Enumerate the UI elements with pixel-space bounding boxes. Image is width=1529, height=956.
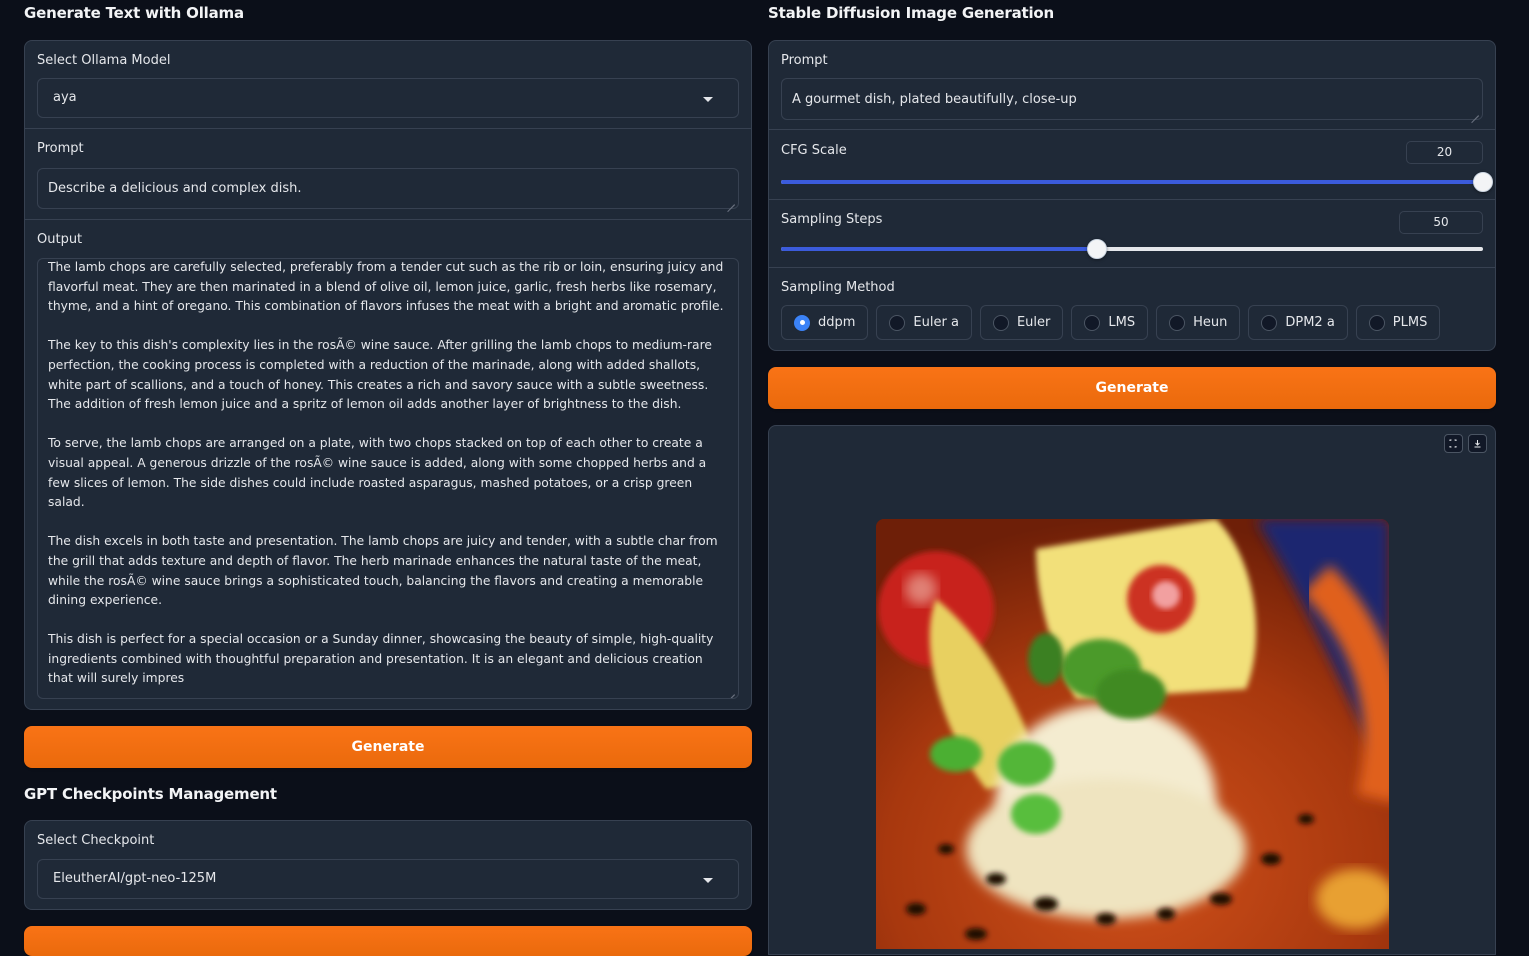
output-label: Output xyxy=(37,232,83,247)
radio-label: Euler a xyxy=(913,315,959,330)
fullscreen-icon[interactable] xyxy=(1444,434,1463,453)
cfg-scale-slider-fill xyxy=(781,180,1483,184)
checkpoint-select-dropdown[interactable]: EleutherAI/gpt-neo-125M xyxy=(37,859,739,899)
prompt-value: Describe a delicious and complex dish. xyxy=(48,181,302,196)
sampling-steps-slider-fill xyxy=(781,247,1097,251)
sd-section-title: Stable Diffusion Image Generation xyxy=(768,4,1054,22)
chevron-down-icon xyxy=(703,878,713,883)
prompt-label: Prompt xyxy=(37,141,84,156)
sampling-method-block: Sampling Method ddpm Euler a Euler LMS H… xyxy=(769,268,1495,351)
sampling-steps-slider[interactable] xyxy=(781,239,1483,259)
model-select-block: Select Ollama Model aya xyxy=(25,41,751,129)
output-paragraph: This dish is perfect for a special occas… xyxy=(48,632,714,686)
radio-icon xyxy=(1261,314,1278,331)
cfg-scale-input[interactable]: 20 xyxy=(1406,141,1483,164)
sampling-steps-slider-thumb[interactable] xyxy=(1086,239,1107,259)
radio-label: Heun xyxy=(1193,315,1228,330)
radio-option-euler-a[interactable]: Euler a xyxy=(876,305,972,340)
radio-option-dpm2-a[interactable]: DPM2 a xyxy=(1248,305,1348,340)
output-block: Output The lamb chops are carefully sele… xyxy=(25,220,751,710)
sd-prompt-block: Prompt A gourmet dish, plated beautifull… xyxy=(769,41,1495,130)
model-select-label: Select Ollama Model xyxy=(37,53,171,68)
checkpoint-select-value: EleutherAI/gpt-neo-125M xyxy=(53,871,217,886)
radio-label: Euler xyxy=(1016,315,1051,330)
prompt-textarea[interactable]: Describe a delicious and complex dish. xyxy=(37,168,739,209)
model-select-dropdown[interactable]: aya xyxy=(37,78,739,118)
sampling-steps-block: Sampling Steps 50 xyxy=(769,200,1495,268)
ollama-panel: Select Ollama Model aya Prompt Describe … xyxy=(24,40,752,710)
sampling-method-label: Sampling Method xyxy=(781,280,895,295)
cfg-scale-slider-thumb[interactable] xyxy=(1473,172,1493,192)
radio-option-ddpm[interactable]: ddpm xyxy=(781,305,869,340)
sd-prompt-textarea[interactable]: A gourmet dish, plated beautifully, clos… xyxy=(781,78,1483,120)
radio-icon xyxy=(889,314,906,331)
model-select-value: aya xyxy=(53,90,77,105)
radio-option-euler[interactable]: Euler xyxy=(979,305,1064,340)
resize-handle-icon[interactable] xyxy=(727,687,735,695)
prompt-block: Prompt Describe a delicious and complex … xyxy=(25,129,751,220)
checkpoints-panel: Select Checkpoint EleutherAI/gpt-neo-125… xyxy=(24,820,752,910)
radio-label: DPM2 a xyxy=(1285,315,1335,330)
output-paragraph: The lamb chops are carefully selected, p… xyxy=(48,260,724,314)
sd-panel: Prompt A gourmet dish, plated beautifull… xyxy=(768,40,1496,351)
output-paragraph: The dish excels in both taste and presen… xyxy=(48,534,718,608)
output-textarea[interactable]: The lamb chops are carefully selected, p… xyxy=(37,258,739,699)
checkpoint-select-label: Select Checkpoint xyxy=(37,833,155,848)
radio-label: LMS xyxy=(1108,315,1136,330)
chevron-down-icon xyxy=(703,97,713,102)
sampling-method-radio-group: ddpm Euler a Euler LMS Heun DPM2 a PLMS xyxy=(781,305,1441,340)
radio-label: PLMS xyxy=(1392,315,1428,330)
radio-icon xyxy=(794,314,810,331)
image-output-panel xyxy=(768,425,1496,955)
generated-image xyxy=(876,519,1389,949)
radio-icon xyxy=(1368,314,1385,331)
resize-handle-icon[interactable] xyxy=(727,197,735,205)
resize-handle-icon[interactable] xyxy=(1471,108,1479,116)
cfg-scale-block: CFG Scale 20 xyxy=(769,130,1495,200)
sampling-steps-input[interactable]: 50 xyxy=(1399,211,1483,234)
output-paragraph: To serve, the lamb chops are arranged on… xyxy=(48,436,707,510)
checkpoints-section-title: GPT Checkpoints Management xyxy=(24,785,277,803)
download-icon[interactable] xyxy=(1468,434,1487,453)
checkpoint-action-button[interactable] xyxy=(24,926,752,956)
radio-option-plms[interactable]: PLMS xyxy=(1355,305,1441,340)
sd-prompt-label: Prompt xyxy=(781,53,828,68)
output-text: The lamb chops are carefully selected, p… xyxy=(38,259,738,689)
radio-icon xyxy=(1084,314,1101,331)
ollama-generate-button[interactable]: Generate xyxy=(24,726,752,768)
sd-prompt-value: A gourmet dish, plated beautifully, clos… xyxy=(792,92,1077,107)
cfg-scale-slider[interactable] xyxy=(781,172,1493,192)
sd-generate-button[interactable]: Generate xyxy=(768,367,1496,409)
radio-option-heun[interactable]: Heun xyxy=(1156,305,1241,340)
output-paragraph: The key to this dish's complexity lies i… xyxy=(48,338,712,412)
ollama-section-title: Generate Text with Ollama xyxy=(24,4,244,22)
radio-option-lms[interactable]: LMS xyxy=(1071,305,1149,340)
radio-icon xyxy=(992,314,1009,331)
sampling-steps-label: Sampling Steps xyxy=(781,212,883,227)
cfg-scale-label: CFG Scale xyxy=(781,143,847,158)
radio-label: ddpm xyxy=(818,315,856,330)
radio-icon xyxy=(1169,314,1186,331)
